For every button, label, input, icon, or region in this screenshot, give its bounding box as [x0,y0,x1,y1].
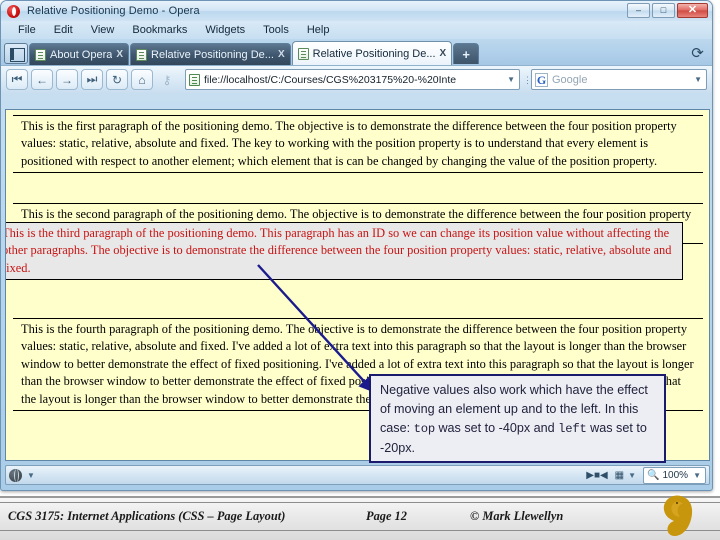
window-controls: – □ ✕ [627,3,708,18]
chevron-down-icon[interactable]: ▼ [626,471,638,480]
forward-icon[interactable]: → [56,69,78,90]
tab-strip: About Opera X Relative Positioning De...… [1,39,712,65]
close-icon[interactable]: X [278,49,285,60]
sidebar-panel-icon[interactable] [4,43,28,64]
close-button[interactable]: ✕ [677,3,708,18]
ucf-pegasus-logo [654,488,708,540]
chevron-down-icon[interactable]: ▼ [505,75,517,84]
chevron-down-icon[interactable]: ▼ [25,471,37,480]
menu-item-view[interactable]: View [82,23,124,37]
navigation-toolbar: ⏮ ← → ⏭ ↻ ⌂ ⚷ file://localhost/C:/Course… [1,65,712,93]
transfer-icon[interactable]: ▶■◀ [584,467,609,483]
annotation-callout: Negative values also work which have the… [369,374,666,463]
callout-code-top: top [413,422,436,436]
close-icon: ✕ [687,4,698,16]
zoom-control[interactable]: 🔍 100% ▼ [643,466,706,484]
slide-footer: CGS 3175: Internet Applications (CSS – P… [0,495,720,540]
tab-label: Relative Positioning De... [151,48,274,61]
menu-item-widgets[interactable]: Widgets [196,23,254,37]
menu-bar: File Edit View Bookmarks Widgets Tools H… [1,21,712,39]
back-icon[interactable]: ← [31,69,53,90]
magnifier-icon: 🔍 [647,469,660,481]
zoom-value: 100% [662,469,689,481]
callout-text-2: was set to -40px and [434,421,559,435]
opera-logo-icon [7,4,20,18]
status-bar: ▼ ▶■◀ ▦ ▼ 🔍 100% ▼ [5,465,710,485]
menu-item-help[interactable]: Help [298,23,339,37]
paragraph-three-relative: This is the third paragraph of the posit… [6,222,683,281]
fast-forward-icon[interactable]: ⏭ [81,69,103,90]
new-tab-button[interactable]: + [453,43,480,64]
footer-divider-top [0,502,720,503]
page-icon [35,48,46,61]
maximize-icon: □ [660,5,667,15]
menu-item-file[interactable]: File [9,23,45,37]
url-text: file://localhost/C:/Courses/CGS%203175%2… [204,73,457,86]
close-icon[interactable]: X [440,48,447,59]
chevron-down-icon[interactable]: ▼ [692,75,704,84]
menu-item-bookmarks[interactable]: Bookmarks [123,23,196,37]
reload-icon[interactable]: ↻ [106,69,128,90]
minimize-button[interactable]: – [627,3,650,18]
menu-item-edit[interactable]: Edit [45,23,82,37]
footer-page-number: Page 12 [366,509,407,523]
images-icon[interactable]: ▦ ▼ [613,467,640,483]
chevron-down-icon[interactable]: ▼ [691,471,703,480]
footer-course: CGS 3175: Internet Applications (CSS – P… [8,509,286,523]
home-icon[interactable]: ⌂ [131,69,153,90]
rewind-icon[interactable]: ⏮ [6,69,28,90]
tab-label: About Opera [50,48,113,61]
callout-code-left: left [558,422,587,436]
tab-relative-positioning-2[interactable]: Relative Positioning De... X [291,41,453,65]
address-bar[interactable]: file://localhost/C:/Courses/CGS%203175%2… [185,69,520,90]
page-icon [189,73,200,86]
search-placeholder: Google [552,73,588,86]
security-key-icon[interactable]: ⚷ [156,69,178,90]
close-icon[interactable]: X [116,49,123,60]
tab-label: Relative Positioning De... [312,47,436,60]
toolbar-grip[interactable]: ⋮ [523,75,532,84]
footer-divider-bottom [0,530,720,531]
globe-icon[interactable] [9,468,22,482]
maximize-button[interactable]: □ [652,3,675,18]
paragraph-one: This is the first paragraph of the posit… [13,115,703,174]
title-bar[interactable]: Relative Positioning Demo - Opera – □ ✕ [1,1,712,21]
page-icon [297,47,309,60]
page-icon [136,48,148,61]
footer-author: © Mark Llewellyn [470,509,564,523]
tab-about-opera[interactable]: About Opera X [29,43,130,65]
google-g-icon: G [535,72,548,87]
menu-item-tools[interactable]: Tools [254,23,298,37]
slide-canvas: Relative Positioning Demo - Opera – □ ✕ … [0,0,720,540]
tab-relative-positioning-1[interactable]: Relative Positioning De... X [130,43,291,65]
minimize-icon: – [635,5,641,15]
window-title: Relative Positioning Demo - Opera [27,5,200,17]
trash-undo-icon[interactable]: ⟳ [688,43,707,62]
search-input[interactable]: G Google ▼ [531,69,707,90]
